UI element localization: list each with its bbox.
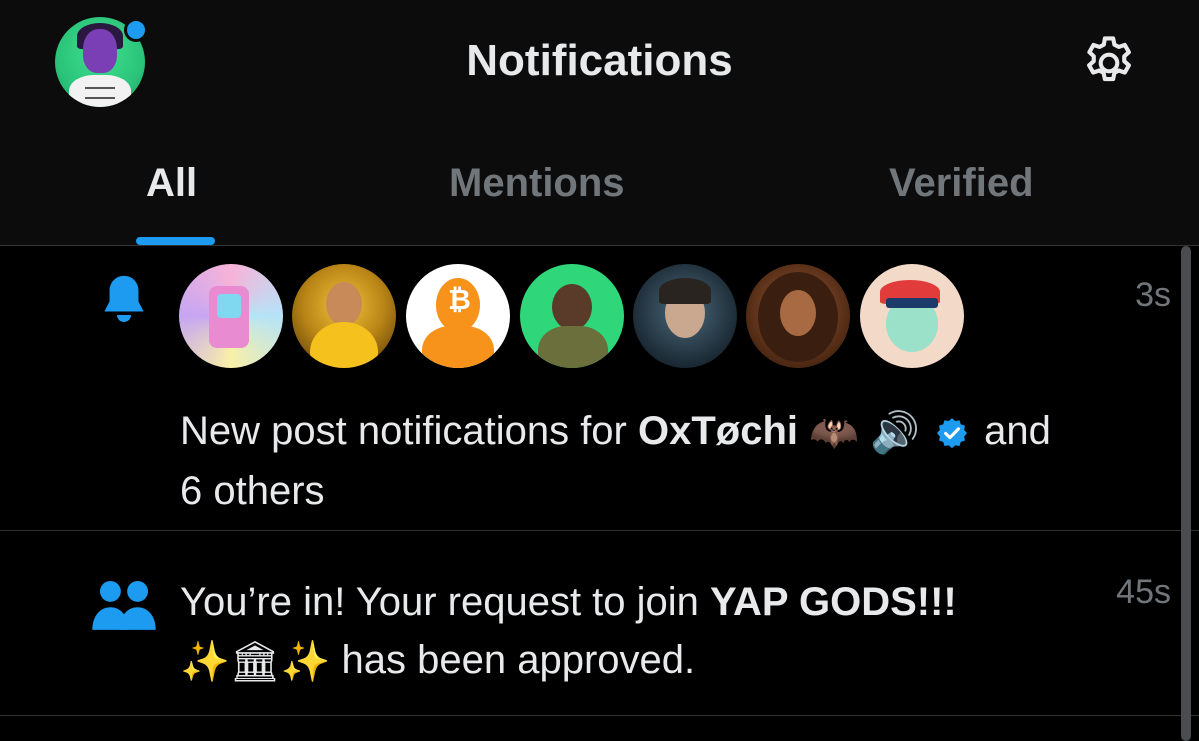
people-icon [92,580,156,630]
page-title: Notifications [466,36,733,85]
notification-suffix: has been approved. [330,638,696,682]
tab-all[interactable]: All [146,161,197,206]
avatar-group: ₿ [179,264,979,370]
avatar[interactable] [292,264,396,368]
active-tab-indicator [136,237,215,245]
notification-text: New post notifications for OxTøchi 🦇 🔊 a… [180,402,1170,520]
verified-badge-icon [936,418,968,449]
bell-icon [104,275,144,323]
timestamp: 3s [1135,276,1171,314]
top-bar: Notifications [0,0,1199,125]
avatar[interactable]: ₿ [406,264,510,368]
tab-mentions[interactable]: Mentions [449,161,625,206]
community-name[interactable]: YAP GODS!!! [710,580,957,624]
notification-prefix: You’re in! Your request to join [180,580,711,624]
avatar[interactable] [520,264,624,368]
tab-verified[interactable]: Verified [889,161,1034,206]
avatar[interactable] [746,264,850,368]
timestamp: 45s [1116,573,1171,611]
avatar[interactable] [860,264,964,368]
name-emojis: 🦇 🔊 [809,411,920,456]
account-name[interactable]: OxTøchi [638,409,798,453]
notification-suffix: and [973,409,1051,453]
community-emojis: ✨🏛✨ [180,640,331,685]
notification-new-post[interactable]: ₿ 3s New post notifications for OxTøchi … [0,246,1199,531]
avatar[interactable] [179,264,283,368]
tab-bar: All Mentions Verified [0,125,1199,246]
notification-community[interactable]: 45s You’re in! Your request to join YAP … [0,531,1199,716]
notification-text: You’re in! Your request to join YAP GODS… [180,573,1080,691]
scrollbar[interactable] [1181,246,1191,741]
avatar[interactable] [633,264,737,368]
notification-line2: 6 others [180,469,325,514]
gear-icon[interactable] [1078,32,1140,94]
notification-prefix: New post notifications for [180,409,638,453]
